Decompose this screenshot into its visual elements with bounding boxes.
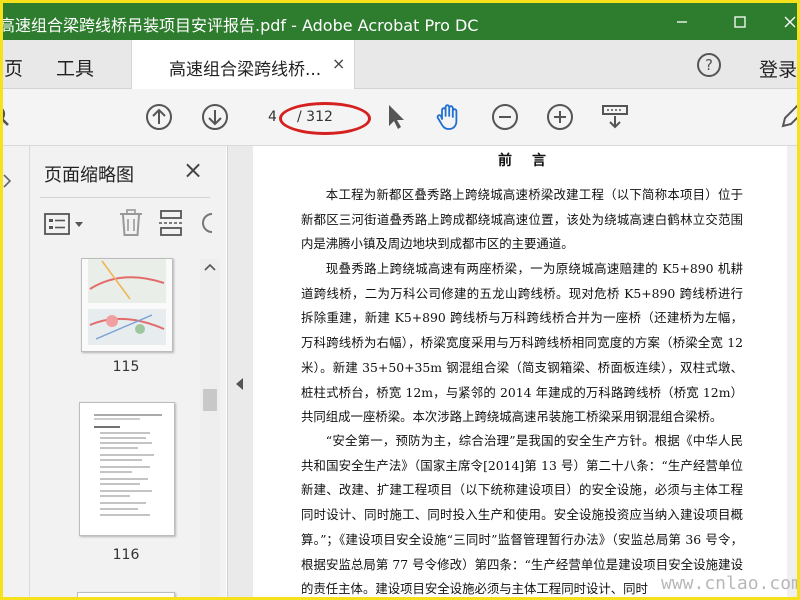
tab-tools[interactable]: 工具 (56, 54, 94, 81)
tab-document[interactable]: 高速组合梁跨线桥... × (131, 40, 355, 89)
help-icon[interactable]: ? (697, 53, 721, 77)
zoom-out-icon[interactable] (490, 102, 520, 132)
document-paragraph: 本工程为新都区叠秀路上跨绕城高速桥梁改建工程（以下简称本项目）位于新都区三河街道… (301, 187, 743, 252)
thumbnail-page-116[interactable] (79, 402, 175, 536)
highlight-ellipse (279, 102, 371, 135)
previous-page-icon[interactable] (144, 102, 174, 132)
thumbnail-scrollbar[interactable] (200, 259, 220, 597)
tab-bar: 页 工具 高速组合梁跨线桥... × (3, 40, 797, 89)
next-page-icon[interactable] (200, 102, 230, 132)
document-heading: 前言 (498, 153, 566, 169)
panel-divider (40, 197, 210, 198)
text-thumbnail-image (80, 403, 174, 535)
collapse-panel-icon[interactable] (236, 378, 244, 390)
document-paragraph: 现叠秀路上跨绕城高速有两座桥梁，一为原绕城高速赔建的 K5+890 机耕道跨线桥… (301, 261, 743, 425)
comment-icon[interactable] (779, 102, 800, 132)
tab-home[interactable]: 页 (4, 54, 23, 81)
search-icon[interactable] (0, 102, 19, 132)
tab-document-label: 高速组合梁跨线桥... (169, 60, 322, 80)
navigation-strip (3, 146, 30, 597)
rotate-icon[interactable] (200, 210, 214, 236)
document-scrollbar[interactable] (787, 146, 797, 597)
maximize-icon (734, 15, 746, 28)
watermark: www.cnlao.com (661, 573, 800, 594)
chevron-right-icon[interactable] (3, 174, 11, 188)
close-icon (784, 16, 796, 27)
zoom-in-icon[interactable] (545, 102, 575, 132)
close-panel-icon[interactable]: × (183, 156, 203, 184)
document-view: 前言 本工程为新都区叠秀路上跨绕城高速桥梁改建工程（以下简称本项目）位于新都区三… (253, 146, 797, 597)
delete-icon[interactable] (118, 209, 144, 237)
app-window: 高速组合梁跨线桥吊装项目安评报告.pdf - Adobe Acrobat Pro… (0, 0, 800, 600)
panel-title: 页面缩略图 (44, 165, 134, 186)
thumbnail-panel: 页面缩略图 × 115 116 (30, 146, 226, 597)
panel-splitter[interactable] (227, 146, 254, 597)
window-title: 高速组合梁跨线桥吊装项目安评报告.pdf - Adobe Acrobat Pro… (0, 16, 479, 35)
thumbnail-page-number: 116 (112, 547, 140, 563)
close-window-button[interactable] (767, 3, 797, 40)
page-number-input[interactable]: 4 (268, 109, 277, 125)
thumbnail-page-number: 115 (112, 359, 140, 375)
hand-tool-icon[interactable] (434, 102, 464, 132)
scroll-up-icon[interactable] (204, 263, 216, 271)
toolbar (3, 89, 797, 146)
select-cursor-icon[interactable] (381, 102, 411, 132)
minimize-icon (677, 20, 687, 23)
login-button[interactable]: 登录 (759, 55, 797, 82)
map-thumbnail-image (82, 259, 172, 351)
maximize-button[interactable] (717, 3, 763, 40)
close-tab-icon[interactable]: × (332, 54, 345, 73)
extract-page-icon[interactable] (158, 209, 186, 237)
minimize-button[interactable] (659, 3, 705, 40)
options-menu-icon[interactable] (44, 212, 88, 236)
scrollbar-thumb[interactable] (203, 389, 217, 411)
thumbnail-page-115[interactable] (81, 258, 173, 352)
page-layout-icon[interactable] (600, 102, 630, 132)
thumbnail-page-117[interactable] (77, 592, 175, 597)
title-bar: 高速组合梁跨线桥吊装项目安评报告.pdf - Adobe Acrobat Pro… (3, 3, 797, 40)
